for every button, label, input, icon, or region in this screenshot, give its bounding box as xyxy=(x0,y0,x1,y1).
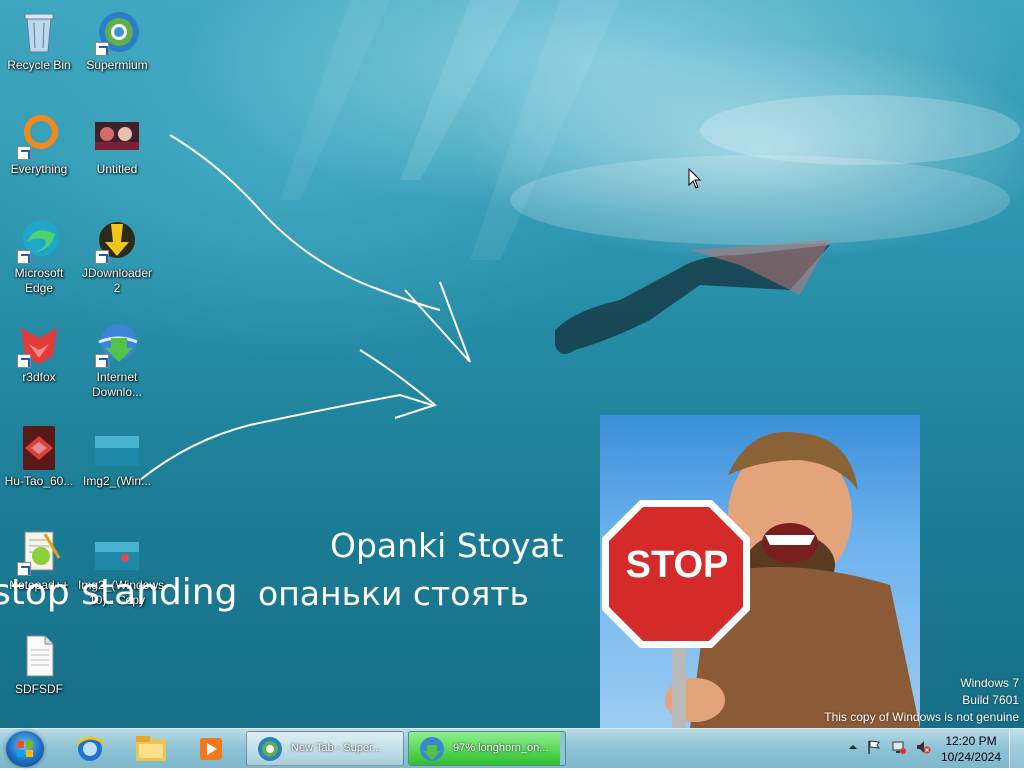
pinned-internet-explorer[interactable] xyxy=(65,732,115,766)
clock-date: 10/24/2024 xyxy=(940,750,1002,764)
idm-icon xyxy=(420,737,444,761)
taskbar: New Tab - Super... 97% longhorn_on... 12… xyxy=(0,728,1024,769)
taskbar-window-download[interactable]: 97% longhorn_on... xyxy=(408,731,566,766)
pinned-media-player[interactable] xyxy=(186,732,236,766)
jdownloader-icon xyxy=(93,216,141,264)
desktop-icon-label: JDownloader 2 xyxy=(81,266,153,295)
shortcut-arrow-icon xyxy=(17,250,31,264)
notepad-plus-icon xyxy=(15,528,63,576)
taskbar-window-label: New Tab - Super... xyxy=(291,742,382,754)
desktop-icon-internet-download[interactable]: Internet Downlo... xyxy=(78,320,156,400)
desktop-icon-sdfsdf[interactable]: SDFSDF xyxy=(0,632,78,697)
show-hidden-icons-chevron[interactable] xyxy=(845,739,861,755)
network-icon[interactable] xyxy=(891,739,907,755)
shortcut-arrow-icon xyxy=(17,146,31,160)
folder-icon xyxy=(136,736,166,761)
r3dfox-icon xyxy=(15,320,63,368)
pinned-file-explorer[interactable] xyxy=(126,732,176,766)
desktop-icon-hu-tao[interactable]: Hu-Tao_60... xyxy=(0,424,78,489)
overlay-text-english: stop standing xyxy=(0,572,238,613)
desktop-icon-r3dfox[interactable]: r3dfox xyxy=(0,320,78,385)
image-thumbnail-icon xyxy=(93,528,141,576)
desktop-icon-recycle-bin[interactable]: Recycle Bin xyxy=(0,8,78,73)
desktop-icon-label: Recycle Bin xyxy=(7,58,71,72)
supermium-icon xyxy=(93,8,141,56)
windows-start-orb-icon xyxy=(17,741,33,757)
desktop-icon-label: Hu-Tao_60... xyxy=(4,474,74,488)
desktop-icon-untitled[interactable]: Untitled xyxy=(78,112,156,177)
stop-sign-text: STOP xyxy=(625,544,729,586)
image-thumbnail-icon xyxy=(93,424,141,472)
taskbar-window-label: 97% longhorn_on... xyxy=(453,742,549,754)
desktop-icon-label: Microsoft Edge xyxy=(14,266,64,295)
taskbar-clock[interactable]: 12:20 PM 10/24/2024 xyxy=(936,733,1006,765)
edge-icon xyxy=(15,216,63,264)
show-desktop-button[interactable] xyxy=(1009,729,1024,769)
desktop-icon-img2[interactable]: Img2_(Win... xyxy=(78,424,156,489)
shortcut-arrow-icon xyxy=(17,354,31,368)
desktop-icon-supermium[interactable]: Supermium xyxy=(78,8,156,73)
overlay-text-latin: Opanki Stoyat xyxy=(330,526,564,565)
windows-watermark: Windows 7 Build 7601 This copy of Window… xyxy=(824,675,1019,726)
supermium-icon xyxy=(258,737,282,761)
desktop-icon-everything[interactable]: Everything xyxy=(0,112,78,177)
shortcut-arrow-icon xyxy=(95,42,109,56)
media-player-icon xyxy=(200,738,222,760)
desktop-icon-label: Img2_(Win... xyxy=(82,474,151,488)
shortcut-arrow-icon xyxy=(95,354,109,368)
text-file-icon xyxy=(15,632,63,680)
desktop[interactable]: Recycle Bin Supermium Everything Untitle… xyxy=(0,0,1024,728)
desktop-icon-label: Everything xyxy=(10,162,68,176)
mouse-cursor-icon xyxy=(688,168,702,189)
watermark-os: Windows 7 xyxy=(960,676,1019,690)
overlay-text-cyrillic: опаньки стоять xyxy=(258,574,529,613)
desktop-icon-label: Internet Downlo... xyxy=(91,370,143,399)
ie-icon xyxy=(75,736,106,761)
watermark-build: Build 7601 xyxy=(962,693,1019,707)
desktop-icon-jdownloader[interactable]: JDownloader 2 xyxy=(78,216,156,296)
hu-tao-icon xyxy=(15,424,63,472)
action-center-flag-icon[interactable] xyxy=(866,739,882,755)
desktop-icon-label: Supermium xyxy=(86,58,148,72)
volume-muted-icon[interactable] xyxy=(915,739,931,755)
everything-icon xyxy=(15,112,63,160)
start-button[interactable] xyxy=(6,731,44,767)
desktop-icon-microsoft-edge[interactable]: Microsoft Edge xyxy=(0,216,78,296)
recycle-bin-icon xyxy=(15,8,63,56)
image-thumbnail-icon xyxy=(93,112,141,160)
desktop-icon-label: r3dfox xyxy=(22,370,56,384)
watermark-genuine: This copy of Windows is not genuine xyxy=(824,710,1019,724)
idm-icon xyxy=(93,320,141,368)
taskbar-window-supermium[interactable]: New Tab - Super... xyxy=(246,731,404,766)
desktop-icon-label: SDFSDF xyxy=(15,682,63,696)
desktop-icon-label: Untitled xyxy=(96,162,138,176)
clock-time: 12:20 PM xyxy=(945,734,997,748)
shortcut-arrow-icon xyxy=(95,250,109,264)
